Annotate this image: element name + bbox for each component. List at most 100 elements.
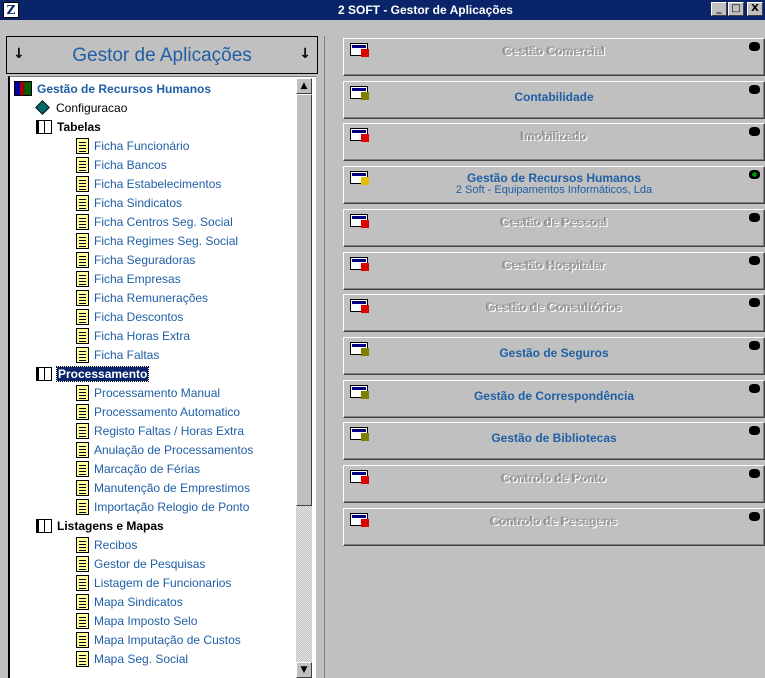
tree-scrollbar[interactable]: ▲ ▼ <box>296 78 312 678</box>
application-name: Gestão de Recursos Humanos <box>466 171 642 186</box>
tree-item-label: Ficha Horas Extra <box>94 328 191 343</box>
application-button[interactable]: Controlo de Pesagens <box>343 507 765 546</box>
tree-item[interactable]: Processamento Manual <box>76 383 220 402</box>
document-icon <box>76 460 89 477</box>
gem-icon <box>35 100 50 115</box>
tree-item[interactable]: Ficha Funcionário <box>76 136 189 155</box>
tree-item[interactable]: Gestor de Pesquisas <box>76 554 205 573</box>
tree-item[interactable]: Ficha Horas Extra <box>76 326 190 345</box>
tree-item[interactable]: Ficha Empresas <box>76 269 181 288</box>
tree-item[interactable]: Ficha Sindicatos <box>76 193 182 212</box>
panel-splitter[interactable] <box>318 36 332 678</box>
tree-item[interactable]: Ficha Estabelecimentos <box>76 174 221 193</box>
document-icon <box>76 327 89 344</box>
tree-item-label: Tabelas <box>57 119 101 134</box>
tree-item[interactable]: Registo Faltas / Horas Extra <box>76 421 244 440</box>
application-name: Imobilizado <box>521 129 587 144</box>
document-icon <box>76 555 89 572</box>
document-icon <box>76 175 89 192</box>
tree-item-label: Ficha Empresas <box>94 271 181 286</box>
tree-item-label: Ficha Faltas <box>94 347 160 362</box>
tree-item-label: Manutenção de Emprestimos <box>94 480 251 495</box>
tree-item[interactable]: Listagem de Funcionarios <box>76 573 231 592</box>
tree-item-label: Ficha Regimes Seg. Social <box>94 233 239 248</box>
tree-item-label: Anulação de Processamentos <box>94 442 254 457</box>
document-icon <box>76 650 89 667</box>
tree-item-label: Ficha Bancos <box>94 157 167 172</box>
tree-item-label: Importação Relogio de Ponto <box>94 499 250 514</box>
application-button[interactable]: Gestão de Consultórios <box>343 294 765 333</box>
tree-item[interactable]: Listagens e Mapas <box>36 516 164 535</box>
minimize-button[interactable]: _ <box>711 2 727 16</box>
tree-item[interactable]: Ficha Remunerações <box>76 288 208 307</box>
document-icon <box>76 213 89 230</box>
scroll-down-button[interactable]: ▼ <box>296 662 312 678</box>
collapse-arrow-right-icon[interactable]: ↓ <box>299 46 311 62</box>
tree-item[interactable]: Mapa Imputação de Custos <box>76 630 241 649</box>
tree-item[interactable]: Manutenção de Emprestimos <box>76 478 250 497</box>
book-icon <box>36 366 52 381</box>
tree-item[interactable]: Ficha Regimes Seg. Social <box>76 231 238 250</box>
tree-item[interactable]: Recibos <box>76 535 137 554</box>
document-icon <box>76 479 89 496</box>
application-button[interactable]: Gestão Comercial <box>343 38 765 76</box>
document-icon <box>76 384 89 401</box>
tree-item[interactable]: Configuracao <box>35 98 127 117</box>
tree-item[interactable]: Ficha Descontos <box>76 307 183 326</box>
window-title: 2 SOFT - Gestor de Aplicações <box>338 3 513 17</box>
application-tree[interactable]: Gestão de Recursos Humanos Configuracao Ta… <box>8 76 316 678</box>
tree-item[interactable]: Anulação de Processamentos <box>76 440 253 459</box>
application-name: Contabilidade <box>514 89 594 104</box>
document-icon <box>76 536 89 553</box>
maximize-button[interactable]: □ <box>728 2 744 16</box>
document-icon <box>76 593 89 610</box>
tree-item-label: Processamento <box>55 365 150 382</box>
application-button[interactable]: Controlo de Ponto <box>343 465 765 503</box>
application-name: Gestão Comercial <box>502 44 606 58</box>
application-name: Gestão de Seguros <box>499 345 609 360</box>
document-icon <box>76 194 89 211</box>
tree-item[interactable]: Gestão de Recursos Humanos <box>14 79 211 98</box>
tree-item-label: Mapa Seg. Social <box>94 651 189 666</box>
tree-item-label: Gestão de Recursos Humanos <box>37 81 212 96</box>
application-name: Gestão Hospitalar <box>502 257 606 272</box>
tree-item[interactable]: Processamento <box>36 364 150 383</box>
tree-item-label: Gestor de Pesquisas <box>94 556 206 571</box>
tree-item[interactable]: Ficha Faltas <box>76 345 159 364</box>
tree-item[interactable]: Ficha Bancos <box>76 155 167 174</box>
application-button[interactable]: Contabilidade <box>343 80 765 119</box>
tree-item[interactable]: Importação Relogio de Ponto <box>76 497 249 516</box>
scroll-thumb[interactable] <box>296 94 312 506</box>
document-icon <box>76 498 89 515</box>
tree-item[interactable]: Ficha Centros Seg. Social <box>76 212 233 231</box>
tree-item-label: Ficha Estabelecimentos <box>94 176 222 191</box>
application-button[interactable]: Gestão de Seguros <box>343 336 765 375</box>
document-icon <box>76 232 89 249</box>
tree-item[interactable]: Marcação de Férias <box>76 459 200 478</box>
application-subtitle: 2 Soft - Equipamentos Informáticos, Lda <box>455 184 653 197</box>
document-icon <box>76 441 89 458</box>
close-button[interactable]: X <box>747 2 763 16</box>
tree-item[interactable]: Ficha Seguradoras <box>76 250 195 269</box>
scroll-up-button[interactable]: ▲ <box>296 78 312 94</box>
application-button[interactable]: Gestão de Correspondência <box>343 379 765 418</box>
document-icon <box>76 422 89 439</box>
application-name: Gestão de Consultórios <box>486 300 622 315</box>
application-button[interactable]: Imobilizado <box>343 123 765 162</box>
tree-item[interactable]: Tabelas <box>36 117 101 136</box>
app-logo-icon[interactable]: Z <box>3 2 19 18</box>
document-icon <box>76 612 89 629</box>
tree-item[interactable]: Mapa Imposto Selo <box>76 611 197 630</box>
tree-item-label: Listagem de Funcionarios <box>94 575 232 590</box>
application-button[interactable]: Gestão Hospitalar <box>343 251 765 290</box>
tree-item[interactable]: Mapa Sindicatos <box>76 592 183 611</box>
title-bar[interactable]: Z 2 SOFT - Gestor de Aplicações _ □ X <box>0 0 765 20</box>
tree-item-label: Registo Faltas / Horas Extra <box>94 423 245 438</box>
tree-item[interactable]: Mapa Seg. Social <box>76 649 188 668</box>
application-name: Controlo de Ponto <box>501 471 607 485</box>
tree-item[interactable]: Processamento Automatico <box>76 402 240 421</box>
application-button[interactable]: Gestão de Recursos Humanos 2 Soft - Equip… <box>343 166 765 205</box>
document-icon <box>76 251 89 268</box>
application-button[interactable]: Gestão de Bibliotecas <box>343 422 765 461</box>
application-button[interactable]: Gestão de Pessoal <box>343 208 765 247</box>
